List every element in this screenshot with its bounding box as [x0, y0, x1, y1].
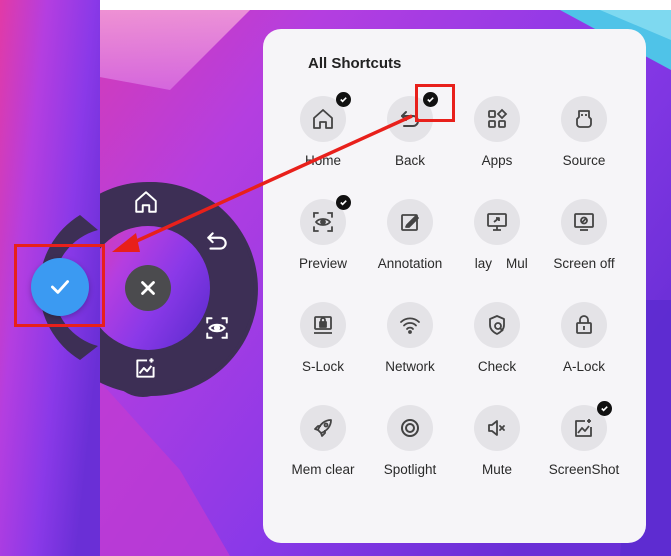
annotation-icon [387, 199, 433, 245]
back-check-highlight-box [415, 84, 455, 122]
shortcut-apps[interactable]: Apps [452, 96, 542, 192]
shortcut-label-partial: lay [474, 256, 492, 271]
screenshot-icon[interactable] [131, 353, 161, 383]
shortcut-preview[interactable]: Preview [278, 195, 368, 295]
checked-icon [597, 401, 612, 416]
shortcut-mute[interactable]: Mute [452, 405, 542, 501]
shortcut-screen-off[interactable]: Screen off [539, 199, 629, 295]
shortcut-label: Screen off [553, 256, 615, 271]
shortcut-network[interactable]: Network [365, 302, 455, 398]
shortcut-spotlight[interactable]: Spotlight [365, 405, 455, 501]
close-button[interactable] [125, 265, 171, 311]
shortcut-display[interactable]: lay [452, 199, 542, 295]
shortcut-a-lock[interactable]: A-Lock [539, 302, 629, 398]
confirm-highlight-box [14, 244, 105, 327]
a-lock-icon [561, 302, 607, 348]
shortcut-annotation[interactable]: Annotation [365, 199, 455, 295]
shortcut-label: Source [562, 153, 606, 168]
home-icon[interactable] [131, 187, 161, 217]
shortcut-source[interactable]: Source [539, 96, 629, 192]
back-icon[interactable] [202, 226, 232, 256]
s-lock-icon [300, 302, 346, 348]
shortcut-label: ScreenShot [548, 462, 620, 477]
checked-icon [336, 195, 351, 210]
spotlight-icon [387, 405, 433, 451]
shortcut-check[interactable]: Check [452, 302, 542, 398]
shortcut-label-partial-multi: Mul [506, 256, 528, 271]
shortcut-home[interactable]: Home [278, 92, 368, 192]
shortcut-screenshot[interactable]: ScreenShot [539, 401, 629, 501]
checked-icon [336, 92, 351, 107]
shortcut-s-lock[interactable]: S-Lock [278, 302, 368, 398]
preview-icon[interactable] [202, 313, 232, 343]
shortcut-label: A-Lock [562, 359, 606, 374]
check-icon [474, 302, 520, 348]
screen-off-icon [561, 199, 607, 245]
close-icon [141, 281, 155, 295]
display-icon [474, 199, 520, 245]
network-icon [387, 302, 433, 348]
rocket-icon [300, 405, 346, 451]
screen: All Shortcuts Home Back Apps Source Prev… [0, 0, 671, 556]
shortcut-mem-clear[interactable]: Mem clear [278, 405, 368, 501]
apps-icon [474, 96, 520, 142]
source-icon [561, 96, 607, 142]
mute-icon [474, 405, 520, 451]
